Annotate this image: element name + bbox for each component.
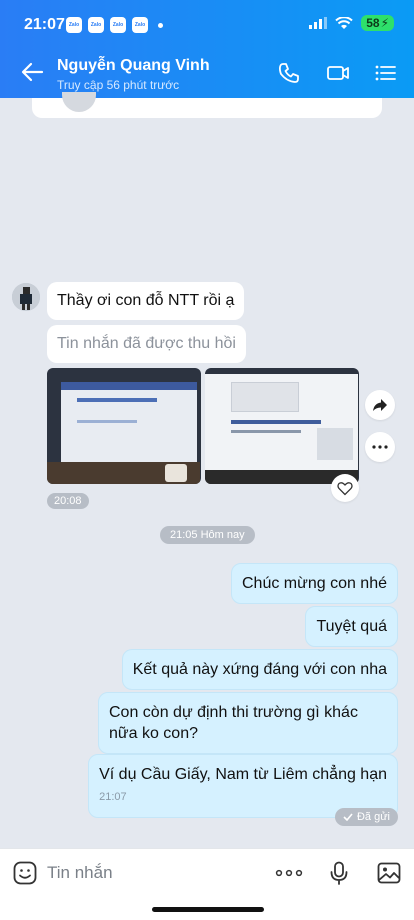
signal-icon xyxy=(309,17,328,29)
video-call-icon[interactable] xyxy=(325,60,351,86)
microphone-icon[interactable] xyxy=(326,860,352,886)
contact-avatar[interactable] xyxy=(12,283,40,311)
zalo-notification-icon: Zalo xyxy=(110,17,126,33)
contact-last-seen: Truy cập 56 phút trước xyxy=(57,78,180,92)
photo-1[interactable] xyxy=(47,368,201,484)
status-right: 58 ⚡ xyxy=(309,15,394,31)
share-button[interactable] xyxy=(365,390,395,420)
react-button[interactable] xyxy=(331,474,359,502)
sent-status-label: Đã gửi xyxy=(356,811,390,823)
image-icon[interactable] xyxy=(376,860,402,886)
chat-nav: Nguyễn Quang Vinh Truy cập 56 phút trước xyxy=(0,48,414,98)
photo-album[interactable] xyxy=(47,368,359,484)
status-time: 21:07 xyxy=(24,16,65,33)
back-arrow-icon[interactable] xyxy=(18,58,46,86)
outgoing-message[interactable]: Chúc mừng con nhé xyxy=(230,563,398,604)
incoming-message[interactable]: Thầy ơi con đỗ NTT rồi ạ xyxy=(47,282,245,320)
battery-indicator: 58 ⚡ xyxy=(361,15,394,31)
emoji-icon[interactable] xyxy=(12,860,38,886)
phone-icon[interactable] xyxy=(276,60,302,86)
outgoing-message[interactable]: Kết quả này xứng đáng với con nha xyxy=(121,649,398,690)
photo-screen-bar xyxy=(61,382,197,390)
photo-screen-line xyxy=(231,420,321,424)
charging-icon: ⚡ xyxy=(380,16,389,30)
more-dots-icon[interactable] xyxy=(275,860,303,886)
chat-header: 21:07 Zalo Zalo Zalo Zalo 58 ⚡ Nguyễn Qu… xyxy=(0,0,414,98)
card-avatar xyxy=(62,92,96,112)
status-bar: 21:07 Zalo Zalo Zalo Zalo 58 ⚡ xyxy=(0,0,414,46)
photo-screen-thumbs xyxy=(317,428,353,460)
zalo-notification-icon: Zalo xyxy=(88,17,104,33)
check-icon xyxy=(343,813,353,821)
previous-card xyxy=(32,92,382,118)
day-separator: 21:05 Hôm nay xyxy=(160,526,255,544)
photos-timestamp: 20:08 xyxy=(47,493,89,509)
photo-cup xyxy=(165,464,187,482)
zalo-notification-icon: Zalo xyxy=(132,17,148,33)
photo-2[interactable] xyxy=(205,368,359,484)
composer: Tin nhắn xyxy=(0,848,414,920)
message-input[interactable]: Tin nhắn xyxy=(47,863,113,883)
contact-name[interactable]: Nguyễn Quang Vinh xyxy=(57,57,210,75)
wifi-icon xyxy=(335,16,353,29)
outgoing-message[interactable]: Con còn dự định thi trường gì khác nữa k… xyxy=(98,692,398,754)
share-icon xyxy=(373,399,387,411)
outgoing-message-text: Ví dụ Cầu Giấy, Nam từ Liêm chẳng hạn xyxy=(99,766,387,783)
zalo-notification-icon: Zalo xyxy=(66,17,82,33)
sent-status: Đã gửi xyxy=(334,808,398,826)
heart-icon xyxy=(337,481,353,495)
battery-level: 58 xyxy=(366,16,380,30)
photo-screen-line xyxy=(77,420,137,423)
photo-screen-line xyxy=(231,430,301,433)
more-icon xyxy=(372,445,388,449)
notification-icons: Zalo Zalo Zalo Zalo xyxy=(66,17,163,33)
message-timestamp: 21:07 xyxy=(99,791,127,803)
more-notifications-dot xyxy=(158,22,163,28)
avatar-figure-icon xyxy=(12,283,40,311)
recalled-message[interactable]: Tin nhắn đã được thu hồi xyxy=(47,325,246,363)
photo-screen-table xyxy=(231,382,299,412)
menu-list-icon[interactable] xyxy=(373,60,399,86)
more-button[interactable] xyxy=(365,432,395,462)
home-indicator[interactable] xyxy=(152,907,264,912)
outgoing-message[interactable]: Tuyệt quá xyxy=(305,606,398,647)
photo-screen-line xyxy=(77,398,157,402)
